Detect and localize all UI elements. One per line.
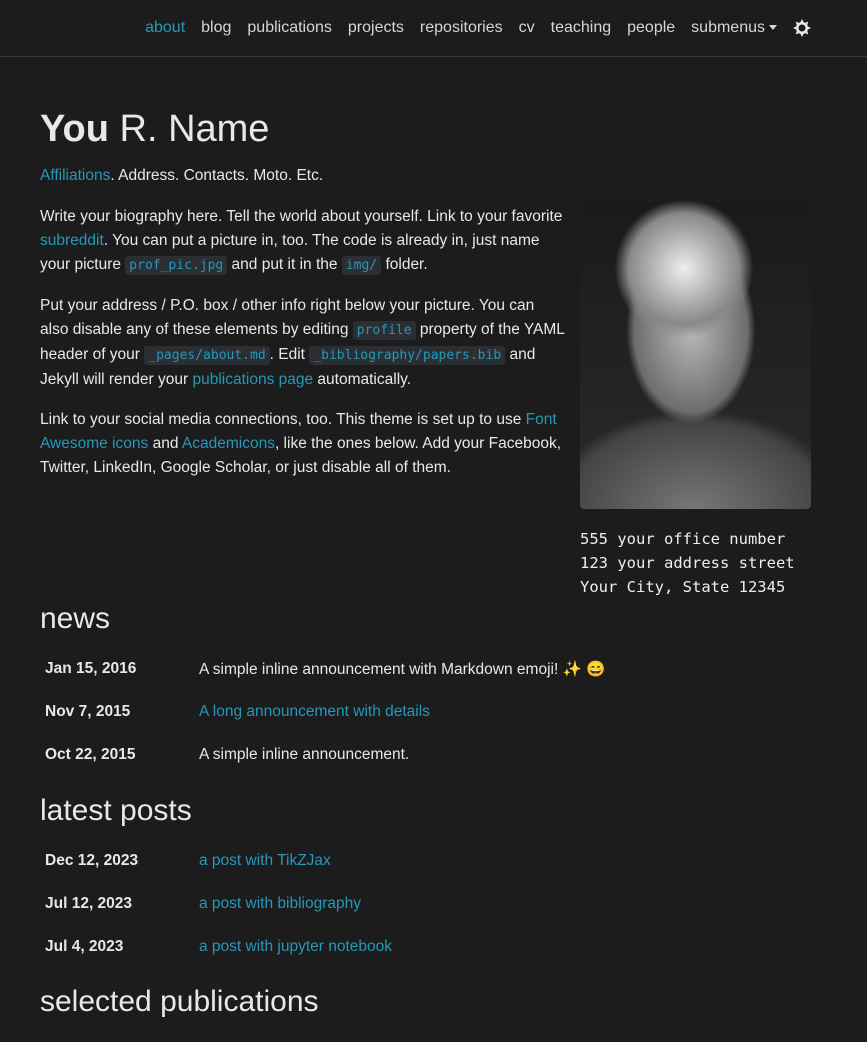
post-item: Jul 4, 2023 a post with jupyter notebook <box>45 938 393 956</box>
description: Affiliations. Address. Contacts. Moto. E… <box>40 167 324 184</box>
address: 555 your office number 123 your address s… <box>580 530 795 596</box>
nav-teaching[interactable]: teaching <box>543 19 620 37</box>
publications-page-link[interactable]: publications page <box>192 371 313 388</box>
news-item: Jan 15, 2016 A simple inline announcement… <box>45 660 606 678</box>
main-content: You R. Name Affiliations. Address. Conta… <box>40 57 812 1018</box>
nav-about[interactable]: about <box>137 19 193 37</box>
post-link[interactable]: a post with jupyter notebook <box>199 938 392 956</box>
nav-people[interactable]: people <box>619 19 683 37</box>
post-link[interactable]: a post with TikZJax <box>199 852 331 870</box>
post-link[interactable]: a post with bibliography <box>199 895 361 913</box>
navbar: about blog publications projects reposit… <box>0 0 867 57</box>
news-item: Oct 22, 2015 A simple inline announcement… <box>45 746 410 763</box>
biography: Write your biography here. Tell the worl… <box>40 208 565 476</box>
subreddit-link[interactable]: subreddit <box>40 232 104 249</box>
nav-blog[interactable]: blog <box>193 19 239 37</box>
selected-publications-heading: selected publications <box>40 985 319 1018</box>
latest-posts-heading: latest posts <box>40 794 192 827</box>
nav-projects[interactable]: projects <box>340 19 412 37</box>
affiliations-link[interactable]: Affiliations <box>40 167 110 184</box>
academicons-link[interactable]: Academicons <box>182 435 275 452</box>
nav-repositories[interactable]: repositories <box>412 19 511 37</box>
post-item: Dec 12, 2023 a post with TikZJax <box>45 852 331 870</box>
nav-submenus[interactable]: submenus <box>683 19 785 37</box>
news-heading: news <box>40 602 111 635</box>
submenus-label: submenus <box>691 19 765 36</box>
nav-cv[interactable]: cv <box>511 19 543 37</box>
theme-toggle-sun-icon[interactable] <box>793 19 811 37</box>
post-item: Jul 12, 2023 a post with bibliography <box>45 895 361 913</box>
caret-down-icon <box>769 25 777 31</box>
news-link[interactable]: A long announcement with details <box>199 703 430 721</box>
profile-picture <box>580 201 811 509</box>
page-title: You R. Name <box>40 108 270 150</box>
news-item: Nov 7, 2015 A long announcement with deta… <box>45 703 430 721</box>
nav-publications[interactable]: publications <box>239 19 340 37</box>
